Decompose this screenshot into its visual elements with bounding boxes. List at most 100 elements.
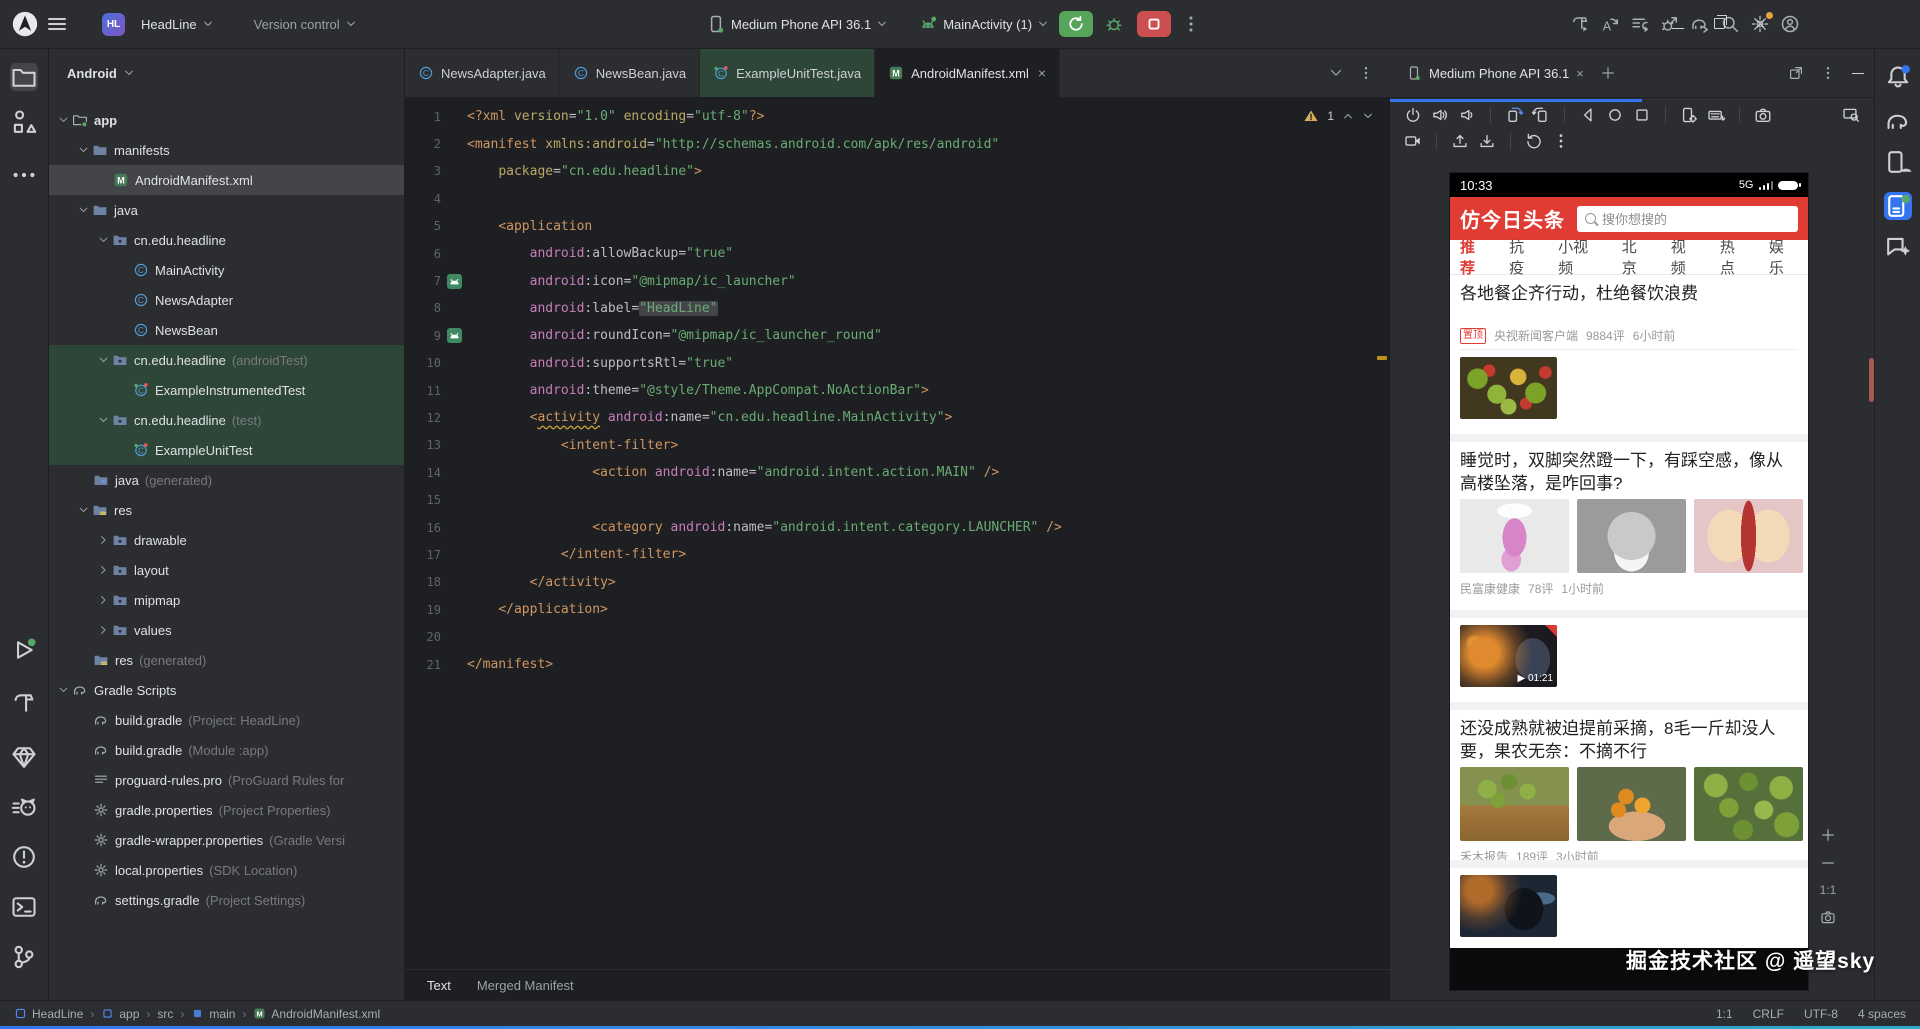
tree-item-mipmap[interactable]: mipmap xyxy=(49,585,404,615)
code-area[interactable]: 1 <?xml version="1.0" encoding="utf-8"?> 2… xyxy=(405,98,1390,678)
new-device-tab-icon[interactable] xyxy=(1600,65,1616,81)
run-more-actions-icon[interactable] xyxy=(1181,14,1201,34)
panel-options-icon[interactable] xyxy=(1820,65,1836,81)
editor-tab-androidmanifest-xml[interactable]: M AndroidManifest.xml × xyxy=(875,49,1061,97)
profiler-icon[interactable] xyxy=(1630,14,1650,34)
app-tab[interactable]: 热点 xyxy=(1720,236,1749,278)
tree-item-java[interactable]: java xyxy=(49,195,404,225)
news-item[interactable]: 睡觉时，双脚突然蹬一下，有踩空感，像从高楼坠落，是咋回事? 民富康健康 78评 1小时… xyxy=(1450,442,1808,610)
warning-stripe-mark[interactable] xyxy=(1377,356,1387,360)
window-restore-button[interactable] xyxy=(1714,14,1727,32)
news-item[interactable]: ▶ 01:21 xyxy=(1450,618,1808,702)
breadcrumb-headline[interactable]: HeadLine xyxy=(14,1007,83,1021)
home-icon[interactable] xyxy=(1606,106,1624,124)
reset-icon[interactable] xyxy=(1525,132,1543,150)
virtual-keyboard-icon[interactable] xyxy=(1707,106,1725,124)
main-menu-icon[interactable] xyxy=(48,18,66,30)
tree-item-layout[interactable]: layout xyxy=(49,555,404,585)
build-tool-icon[interactable] xyxy=(10,689,38,717)
chevron-down-icon[interactable] xyxy=(55,114,72,126)
structure-tool-icon[interactable] xyxy=(10,108,38,136)
device-tab[interactable]: Medium Phone API 36.1 × xyxy=(1400,65,1590,81)
project-badge[interactable]: HL xyxy=(102,12,125,36)
tree-item-gradle-wrapper-properties[interactable]: gradle-wrapper.properties (Gradle Versi xyxy=(49,825,404,855)
line-ending[interactable]: CRLF xyxy=(1753,1007,1784,1021)
chevron-down-icon[interactable] xyxy=(95,354,112,366)
tree-item-res[interactable]: res xyxy=(49,495,404,525)
editor-tab-newsadapter-java[interactable]: C NewsAdapter.java xyxy=(405,49,560,97)
tree-item-androidmanifest-xml[interactable]: M AndroidManifest.xml xyxy=(49,165,404,195)
debug-button[interactable] xyxy=(1097,11,1131,37)
tree-item-drawable[interactable]: drawable xyxy=(49,525,404,555)
emulator-screen[interactable]: 10:33 5G 仿今日头条 搜你想搜的 推荐 抗疫 小视频 北京 视频 热点 娱乐 各地餐… xyxy=(1450,173,1808,990)
chevron-down-icon[interactable] xyxy=(95,414,112,426)
news-item[interactable]: 各地餐企齐行动，杜绝餐饮浪费 置顶 央视新闻客户端 9884评 6小时前 xyxy=(1450,275,1808,349)
tab-close-icon[interactable]: × xyxy=(1038,65,1046,81)
volume-up-icon[interactable] xyxy=(1431,106,1449,124)
prev-warning-icon[interactable] xyxy=(1342,110,1354,122)
indent-setting[interactable]: 4 spaces xyxy=(1858,1007,1906,1021)
tree-item-manifests[interactable]: manifests xyxy=(49,135,404,165)
device-settings-icon[interactable] xyxy=(1680,106,1698,124)
project-view-selector[interactable]: Android xyxy=(67,66,117,81)
power-icon[interactable] xyxy=(1404,106,1422,124)
view-tab-text[interactable]: Text xyxy=(427,978,451,993)
gradle-tool-icon[interactable] xyxy=(1884,107,1912,135)
tree-item-values[interactable]: values xyxy=(49,615,404,645)
display-zoom-icon[interactable] xyxy=(1842,106,1860,124)
app-search-input[interactable]: 搜你想搜的 xyxy=(1577,205,1798,232)
chevron-right-icon[interactable] xyxy=(95,594,112,606)
zoom-in-icon[interactable] xyxy=(1820,827,1836,843)
project-selector[interactable]: HeadLine xyxy=(135,11,220,38)
app-tab[interactable]: 推荐 xyxy=(1460,236,1489,278)
next-warning-icon[interactable] xyxy=(1362,110,1374,122)
breadcrumb-androidmanifest-xml[interactable]: M AndroidManifest.xml xyxy=(253,1007,380,1021)
rerun-button[interactable] xyxy=(1059,11,1094,37)
ai-assistant-icon[interactable] xyxy=(1884,233,1912,261)
news-item[interactable] xyxy=(1450,868,1808,948)
build-icon[interactable] xyxy=(1570,14,1590,34)
tree-item-build-gradle[interactable]: build.gradle (Module :app) xyxy=(49,735,404,765)
zoom-out-icon[interactable] xyxy=(1820,855,1836,871)
panel-minimize-icon[interactable] xyxy=(1852,72,1864,74)
app-tab[interactable]: 北京 xyxy=(1622,236,1651,278)
apply-changes-icon[interactable]: A xyxy=(1600,14,1620,34)
back-icon[interactable] xyxy=(1579,106,1597,124)
launcher-icon-gutter-preview[interactable] xyxy=(446,273,462,289)
tree-item-mainactivity[interactable]: C MainActivity xyxy=(49,255,404,285)
open-in-window-icon[interactable] xyxy=(1788,65,1804,81)
news-item[interactable] xyxy=(1450,350,1808,434)
tree-item-exampleinstrumentedtest[interactable]: C ExampleInstrumentedTest xyxy=(49,375,404,405)
chevron-right-icon[interactable] xyxy=(95,564,112,576)
editor-options-icon[interactable] xyxy=(1358,65,1374,81)
profile-icon[interactable] xyxy=(1780,14,1800,34)
tree-item-cn-edu-headline[interactable]: cn.edu.headline xyxy=(49,225,404,255)
window-minimize-button[interactable] xyxy=(1672,17,1684,32)
news-item[interactable]: 还没成熟就被迫提前采摘，8毛一斤却没人要，果农无奈：不摘不行 禾木报告 189评 3小… xyxy=(1450,710,1808,860)
vcs-selector[interactable]: Version control xyxy=(248,11,363,38)
app-quality-insights-icon[interactable] xyxy=(10,743,38,771)
view-tab-merged-manifest[interactable]: Merged Manifest xyxy=(477,978,574,993)
screen-record-icon[interactable] xyxy=(1404,132,1422,150)
more-tool-windows-icon[interactable] xyxy=(10,161,38,189)
project-tool-icon[interactable] xyxy=(10,63,38,91)
tree-item-proguard-rules-pro[interactable]: proguard-rules.pro (ProGuard Rules for xyxy=(49,765,404,795)
chevron-down-icon[interactable] xyxy=(55,684,72,696)
run-config-selector[interactable]: MainActivity (1) xyxy=(912,8,1055,40)
kebab-icon[interactable] xyxy=(1552,132,1570,150)
push-file-icon[interactable] xyxy=(1451,132,1469,150)
problems-tool-icon[interactable] xyxy=(10,843,38,871)
tree-item-gradle-scripts[interactable]: Gradle Scripts xyxy=(49,675,404,705)
app-tab[interactable]: 小视频 xyxy=(1558,236,1602,278)
zoom-ratio-label[interactable]: 1:1 xyxy=(1820,883,1837,897)
take-screenshot-icon[interactable] xyxy=(1820,909,1836,925)
window-close-button[interactable]: × xyxy=(1755,15,1766,33)
tab-list-dropdown-icon[interactable] xyxy=(1328,65,1344,81)
run-tool-icon[interactable] xyxy=(10,636,38,664)
breadcrumb-main[interactable]: main xyxy=(191,1007,235,1021)
tree-item-app[interactable]: app xyxy=(49,105,404,135)
inspection-widget[interactable]: 1 xyxy=(1303,108,1374,124)
tree-item-res[interactable]: res (generated) xyxy=(49,645,404,675)
app-tab[interactable]: 抗疫 xyxy=(1509,236,1538,278)
tree-item-exampleunittest[interactable]: C ExampleUnitTest xyxy=(49,435,404,465)
